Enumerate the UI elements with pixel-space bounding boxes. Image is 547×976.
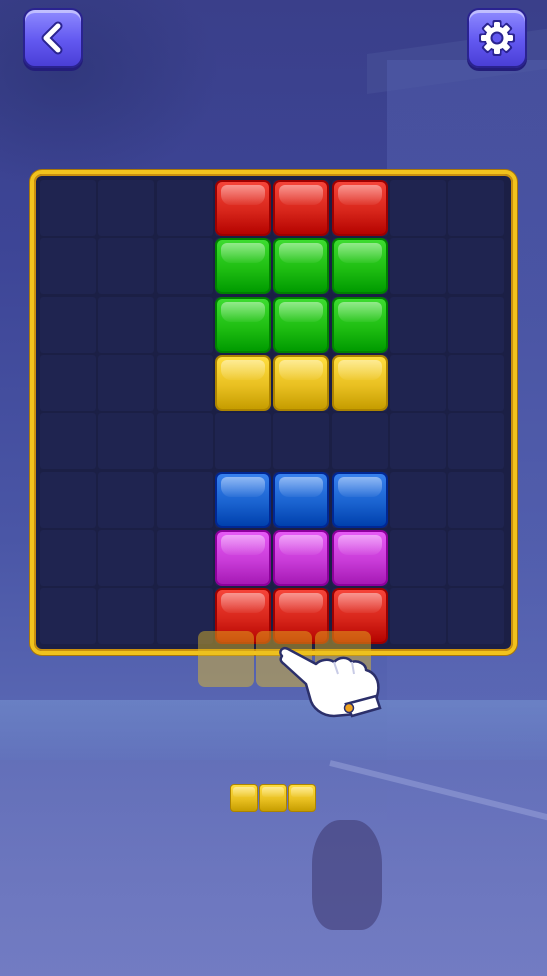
board-cell[interactable] — [156, 529, 213, 586]
board-cell[interactable] — [40, 471, 96, 528]
block-purple — [273, 529, 330, 586]
board-cell[interactable] — [40, 413, 96, 470]
block-yellow — [214, 354, 271, 411]
board-cell[interactable] — [448, 238, 505, 295]
block-yellow — [273, 354, 330, 411]
board-cell[interactable] — [40, 238, 96, 295]
board-cell[interactable] — [98, 354, 155, 411]
board-cell[interactable] — [389, 180, 446, 236]
board-cell[interactable] — [389, 238, 446, 295]
board-cell[interactable] — [389, 354, 446, 411]
block-green — [214, 296, 271, 353]
board-cell[interactable] — [448, 471, 505, 528]
board-cell[interactable] — [156, 471, 213, 528]
block-green — [331, 238, 388, 295]
board-cell[interactable] — [98, 238, 155, 295]
board-cell[interactable] — [156, 413, 213, 470]
board-cell[interactable] — [98, 296, 155, 353]
board-cell[interactable] — [389, 529, 446, 586]
block-purple — [214, 529, 271, 586]
board-cell[interactable] — [98, 471, 155, 528]
board-cell[interactable] — [389, 471, 446, 528]
board-cell[interactable] — [40, 588, 96, 645]
block-red — [331, 180, 388, 236]
block-green — [273, 238, 330, 295]
board-cell[interactable] — [98, 529, 155, 586]
back-button[interactable] — [23, 8, 83, 68]
board-cell[interactable] — [389, 413, 446, 470]
block-red — [214, 180, 271, 236]
block-red — [273, 180, 330, 236]
board-cell[interactable] — [448, 588, 505, 645]
board-cell[interactable] — [448, 180, 505, 236]
sea-background — [0, 700, 547, 760]
ghost-block — [198, 631, 254, 687]
pointing-hand-icon — [279, 647, 382, 718]
board-cell[interactable] — [40, 180, 96, 236]
board-cell[interactable] — [40, 529, 96, 586]
board-cell[interactable] — [98, 180, 155, 236]
tray-block[interactable] — [259, 784, 287, 812]
board-cell[interactable] — [448, 296, 505, 353]
block-blue — [273, 471, 330, 528]
dog-silhouette — [312, 820, 382, 930]
settings-button[interactable] — [467, 8, 527, 68]
board-cell[interactable] — [156, 238, 213, 295]
board-cell[interactable] — [448, 413, 505, 470]
gear-icon — [479, 20, 515, 56]
block-blue — [214, 471, 271, 528]
block-yellow — [331, 354, 388, 411]
board-cell[interactable] — [156, 296, 213, 353]
board-cell[interactable] — [331, 413, 388, 470]
block-blue — [331, 471, 388, 528]
block-green — [273, 296, 330, 353]
block-green — [331, 296, 388, 353]
board-cell[interactable] — [98, 588, 155, 645]
board-cell[interactable] — [156, 354, 213, 411]
chevron-left-icon — [41, 21, 63, 55]
board-cell[interactable] — [389, 588, 446, 645]
board-cell[interactable] — [448, 354, 505, 411]
board-cell[interactable] — [448, 529, 505, 586]
board-cell[interactable] — [273, 413, 330, 470]
board-cell[interactable] — [40, 296, 96, 353]
block-purple — [331, 529, 388, 586]
block-green — [214, 238, 271, 295]
tray-block[interactable] — [230, 784, 258, 812]
tray-block[interactable] — [288, 784, 316, 812]
board-cell[interactable] — [40, 354, 96, 411]
game-board-grid[interactable] — [40, 180, 508, 645]
board-cell[interactable] — [214, 413, 271, 470]
board-cell[interactable] — [389, 296, 446, 353]
board-cell[interactable] — [98, 413, 155, 470]
board-cell[interactable] — [156, 180, 213, 236]
